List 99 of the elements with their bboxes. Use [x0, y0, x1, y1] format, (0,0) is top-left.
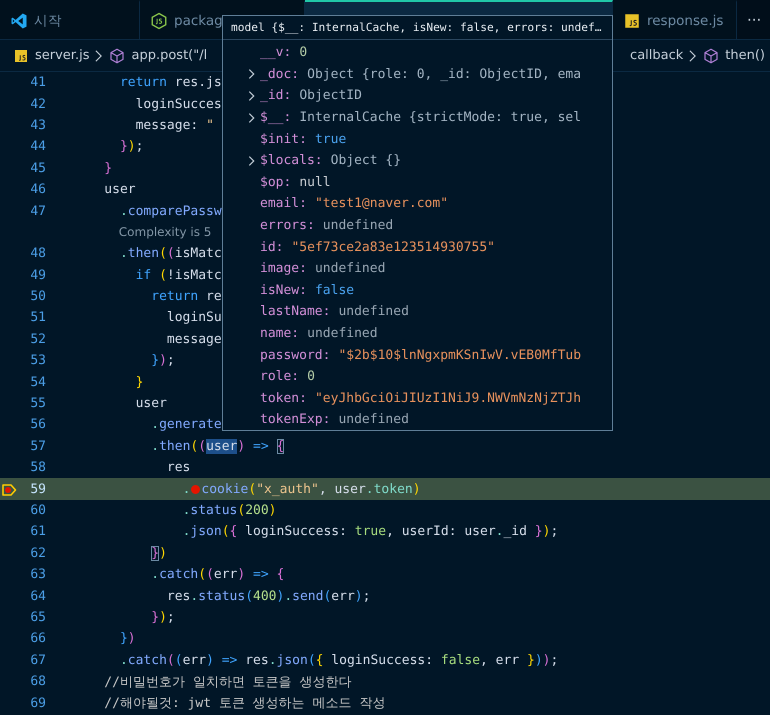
property-value: undefined [322, 218, 394, 234]
code-line: .generate [151, 417, 222, 432]
code-line: user [136, 396, 167, 412]
property-value: "$2b$10$lnNgxpmKSnIwV.vEB0MfTub [338, 348, 582, 363]
code-line: .then((isMatc [120, 246, 222, 262]
code-line: //해야될것: jwt 토큰 생성하는 메소드 작성 [104, 695, 386, 712]
property-name: name: [260, 326, 300, 342]
line-number: 44 [29, 139, 46, 154]
property-value: undefined [338, 412, 409, 428]
line-number: 55 [29, 396, 46, 412]
code-line: .json({ loginSuccess: true, userId: user._id }); [182, 524, 558, 540]
line-number: 51 [29, 310, 46, 326]
line-number: 66 [29, 631, 46, 646]
property-name: isNew: [260, 282, 307, 298]
line-number: 69 [29, 696, 46, 711]
line-number: 53 [29, 353, 46, 368]
property-value: undefined [307, 326, 378, 342]
line-number: 42 [29, 96, 46, 112]
code-line: } [136, 374, 144, 390]
line-number: 46 [29, 182, 46, 198]
property-value: undefined [314, 261, 386, 276]
code-line: loginSucces [136, 96, 222, 112]
code-line: .status(200) [182, 503, 276, 518]
line-number: 59 [29, 482, 46, 497]
tab-label: packag [174, 12, 223, 28]
code-line: //비밀번호가 일치하면 토큰을 생성한다 [104, 674, 352, 691]
code-line: . [182, 482, 190, 497]
property-name: $op: [260, 174, 292, 190]
line-number: 47 [29, 204, 46, 219]
line-number: 54 [29, 374, 46, 390]
code-line: .comparePassw [120, 204, 222, 219]
line-number: 63 [29, 567, 46, 582]
line-number: 65 [29, 610, 46, 625]
code-line: }); [120, 139, 144, 154]
property-name: image: [260, 261, 307, 276]
property-value: Object {role: 0, _id: ObjectID, ema [307, 66, 582, 82]
code-line: }) [120, 631, 136, 646]
tab-label: 시작 [34, 12, 62, 30]
property-value: true [314, 132, 346, 147]
code-line: .catch((err) => res.json({ loginSuccess: false, err })); [120, 652, 558, 668]
line-number: 61 [29, 524, 46, 540]
code-line: cookie("x_auth", user.token) [201, 482, 421, 497]
property-name: lastName: [260, 304, 330, 320]
property-value: Object {} [330, 153, 402, 168]
line-number: 58 [29, 460, 46, 476]
code-line: }); [151, 610, 175, 625]
line-number: 41 [29, 75, 46, 90]
code-line: .catch((err) => { [151, 567, 284, 582]
line-number: 48 [29, 246, 46, 262]
line-number: 52 [29, 332, 46, 347]
property-name: role: [260, 369, 300, 384]
line-number: 45 [29, 160, 46, 176]
property-value: null [299, 174, 331, 190]
property-name: $__: [260, 110, 292, 126]
property-value: "eyJhbGciOiJIUzI1NiJ9.NWVmNzNjZTJh [314, 390, 582, 406]
tab-label: response.js [647, 12, 724, 28]
code-line: }) [151, 546, 167, 561]
code-line: res [166, 460, 190, 476]
hover-title: model {$__: InternalCache, isNew: false, errors: undef… [223, 16, 612, 40]
line-number: 49 [29, 268, 46, 283]
property-value: 0 [307, 369, 315, 384]
property-name: _doc: [260, 66, 300, 82]
property-name: token: [260, 390, 307, 406]
line-number: 56 [29, 417, 46, 432]
property-name: errors: [260, 218, 315, 234]
line-number: 50 [29, 289, 46, 304]
code-line: return res.js [120, 75, 222, 90]
line-number: 68 [29, 674, 46, 690]
property-name: __v: [260, 45, 292, 60]
line-number: 57 [29, 438, 46, 454]
code-line: message [166, 332, 222, 347]
line-number: 60 [29, 503, 46, 518]
property-name: $locals: [260, 153, 323, 168]
property-name: password: [260, 348, 330, 363]
property-name: tokenExp: [260, 412, 330, 428]
property-name: email: [260, 196, 307, 212]
code-line: }); [151, 353, 175, 368]
property-name: id: [260, 240, 284, 255]
property-value: "test1@naver.com" [314, 196, 448, 212]
property-value: InternalCache {strictMode: true, sel [299, 110, 582, 126]
code-line: res.status(400).send(err); [166, 588, 370, 604]
line-number: 64 [29, 588, 46, 604]
code-line: loginSu [166, 310, 222, 326]
property-value: ObjectID [299, 88, 362, 104]
property-value: "5ef73ce2a83e123514930755" [291, 240, 495, 255]
property-value: 0 [299, 45, 308, 60]
property-name: $init: [260, 132, 307, 147]
code-line: if (!isMatc [136, 268, 222, 283]
property-value: false [314, 282, 354, 298]
property-value: undefined [338, 304, 409, 320]
code-line: .then((user) => { [151, 438, 284, 454]
code-line: return re [151, 289, 222, 304]
code-line: message: " [136, 118, 214, 133]
code-line: } [104, 160, 112, 176]
line-number: 62 [29, 546, 46, 561]
line-number: 67 [29, 652, 46, 668]
code-line: user [104, 182, 136, 198]
property-name: _id: [260, 88, 292, 104]
line-number: 43 [29, 118, 46, 133]
